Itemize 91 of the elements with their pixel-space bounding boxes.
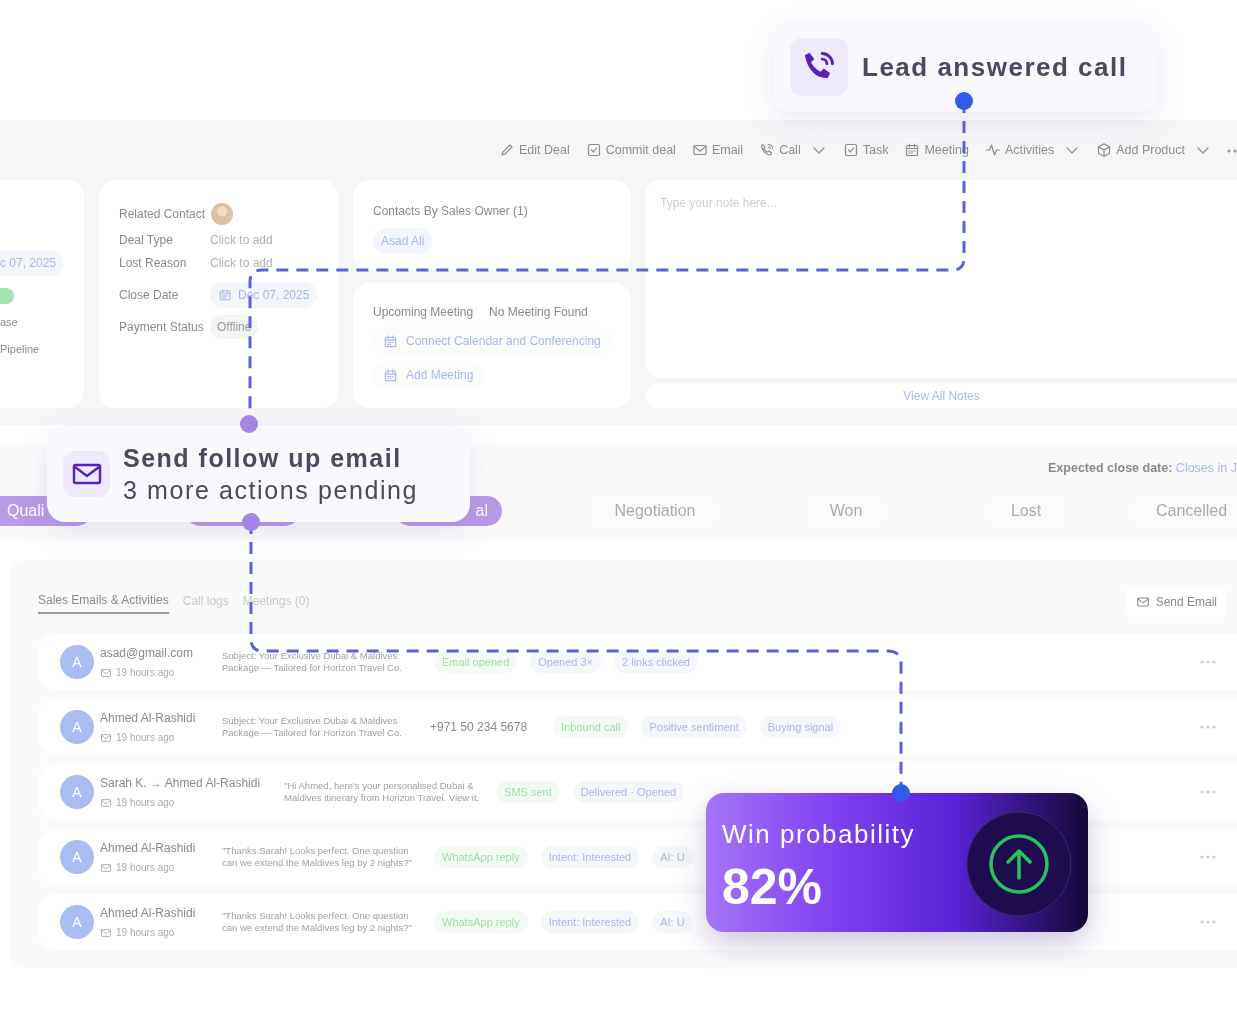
- field-label: Payment Status: [119, 319, 205, 336]
- close-date-link[interactable]: Closes in J: [1175, 461, 1237, 475]
- field-label: Close Date: [119, 287, 180, 304]
- contact-name: Ahmed Al-Rashidi: [100, 840, 197, 857]
- envelope-icon: [691, 142, 708, 158]
- contact-avatar[interactable]: [211, 203, 234, 225]
- status-tag: WhatsApp reply: [434, 845, 528, 869]
- field-value[interactable]: Click to add: [210, 231, 273, 249]
- contact-name: Ahmed Al-Rashidi: [100, 710, 197, 727]
- checkbox-icon: [842, 142, 859, 158]
- toolbar-button[interactable]: Commit deal: [585, 140, 676, 160]
- timestamp: 19 hours ago: [100, 730, 222, 745]
- view-notes-link[interactable]: View All Notes: [903, 386, 980, 405]
- status-tag: Inbound call: [553, 715, 629, 739]
- calendar-icon: [904, 142, 921, 158]
- message-preview: Subject: Your Exclusive Dubai & Maldives Package — Tailored for Horizon Travel Co.: [222, 715, 403, 739]
- timestamp: 19 hours ago: [100, 665, 222, 680]
- envelope-icon: [100, 731, 112, 744]
- phone-number: +971 50 234 5678: [430, 719, 528, 736]
- stage-text: ase: [0, 315, 19, 330]
- pencil-icon: [498, 142, 515, 158]
- cube-icon: [1096, 142, 1113, 158]
- more-icon[interactable]: [1199, 854, 1217, 860]
- pulse-icon: [984, 142, 1001, 158]
- checkbox-icon: [585, 142, 602, 158]
- toolbar-button[interactable]: Add Product: [1096, 140, 1211, 160]
- card-title: Contacts By Sales Owner (1): [373, 203, 529, 220]
- timestamp: 19 hours ago: [100, 860, 222, 875]
- expected-close-date: Expected close date: Closes in J: [1048, 460, 1237, 477]
- status-tag: Intent: Interested: [540, 845, 640, 869]
- envelope-icon: [1135, 595, 1150, 609]
- toolbar-button[interactable]: Edit Deal: [498, 140, 570, 160]
- toolbar-button[interactable]: Meeting: [904, 140, 969, 160]
- timestamp: 19 hours ago: [100, 795, 261, 810]
- status-tag: Delivered · Opened: [572, 780, 685, 804]
- contact-name: Sarah K. → Ahmed Al-Rashidi: [100, 775, 261, 792]
- calendar-icon: [383, 367, 398, 383]
- message-preview: Subject: Your Exclusive Dubai & Maldives Package — Tailored for Horizon Travel Co.: [222, 650, 403, 674]
- message-preview: "Thanks Sarah! Looks perfect. One question can we extend the Maldives leg by 2 nights?": [222, 910, 413, 934]
- meeting-status: No Meeting Found: [489, 304, 588, 321]
- status-tag: SMS sent: [496, 780, 560, 804]
- contact-name: asad@gmail.com: [100, 645, 194, 662]
- field-label: Related Contact: [119, 206, 207, 223]
- phone-icon: [759, 142, 776, 158]
- send-email-button[interactable]: Send Email: [1125, 587, 1227, 617]
- contact-name: Ahmed Al-Rashidi: [100, 905, 197, 922]
- notification-title: Send follow up email: [123, 442, 403, 474]
- contact-chip[interactable]: Asad Ali: [373, 228, 433, 254]
- calendar-icon: [383, 333, 398, 349]
- field-value[interactable]: Click to add: [210, 254, 273, 272]
- status-tag: WhatsApp reply: [434, 910, 528, 934]
- more-icon[interactable]: [1199, 724, 1217, 730]
- avatar: A: [60, 905, 94, 939]
- tab[interactable]: Sales Emails & Activities: [38, 590, 169, 614]
- meeting-label: Upcoming Meeting: [373, 304, 474, 321]
- envelope-icon: [100, 666, 112, 679]
- avatar: A: [60, 775, 94, 809]
- avatar: A: [60, 645, 94, 679]
- field-label: Deal Type: [119, 232, 174, 249]
- notification-subtitle: 3 more actions pending: [123, 474, 419, 506]
- envelope-icon: [71, 461, 102, 486]
- notification-title: Lead answered call: [862, 50, 1128, 84]
- calendar-icon: [218, 288, 232, 302]
- status-tag: AI: U: [652, 845, 693, 869]
- avatar: A: [60, 710, 94, 744]
- timestamp: 19 hours ago: [100, 925, 222, 940]
- activity-row[interactable]: A Ahmed Al-Rashidi 19 hours ago Subject: Your Exclusive Dubai & Maldives Package — Tailored for Horizon Travel Co. +971 50 234 5678 Inbound call Positive sentiment Buying signal: [38, 699, 1237, 755]
- message-preview: "Thanks Sarah! Looks perfect. One question can we extend the Maldives leg by 2 nights?": [222, 845, 413, 869]
- date-field[interactable]: Dec 07, 2025: [210, 282, 318, 308]
- avatar: A: [60, 840, 94, 874]
- field-label: Lost Reason: [119, 255, 188, 272]
- toolbar-button[interactable]: Activities: [984, 140, 1081, 160]
- status-tag: Positive sentiment: [641, 715, 747, 739]
- toolbar-button[interactable]: Email: [691, 140, 744, 160]
- envelope-icon: [100, 861, 112, 874]
- more-icon[interactable]: [1199, 789, 1217, 795]
- more-icon[interactable]: [1199, 919, 1217, 925]
- message-preview: "Hi Ahmed, here's your personalised Dubai & Maldives itinerary from Horizon Travel. View it.: [284, 780, 481, 804]
- date-chip: c 07, 2025: [0, 250, 65, 276]
- status-tag: Buying signal: [759, 715, 842, 739]
- status-tag[interactable]: Offline: [210, 315, 259, 339]
- toolbar-button[interactable]: Call: [759, 140, 827, 160]
- envelope-icon: [100, 796, 112, 809]
- arrow-up-icon: [966, 811, 1072, 917]
- activity-row[interactable]: A asad@gmail.com 19 hours ago Subject: Your Exclusive Dubai & Maldives Package — Tailored for Horizon Travel Co. Email opened Opened 3× 2 links clicked: [38, 634, 1237, 690]
- envelope-icon: [100, 926, 112, 939]
- toolbar-button[interactable]: Task: [842, 140, 889, 160]
- pipeline-text: Pipeline: [0, 341, 41, 357]
- status-tag: Intent: Interested: [540, 910, 640, 934]
- more-icon[interactable]: [1199, 659, 1217, 665]
- status-tag: AI: U: [652, 910, 693, 934]
